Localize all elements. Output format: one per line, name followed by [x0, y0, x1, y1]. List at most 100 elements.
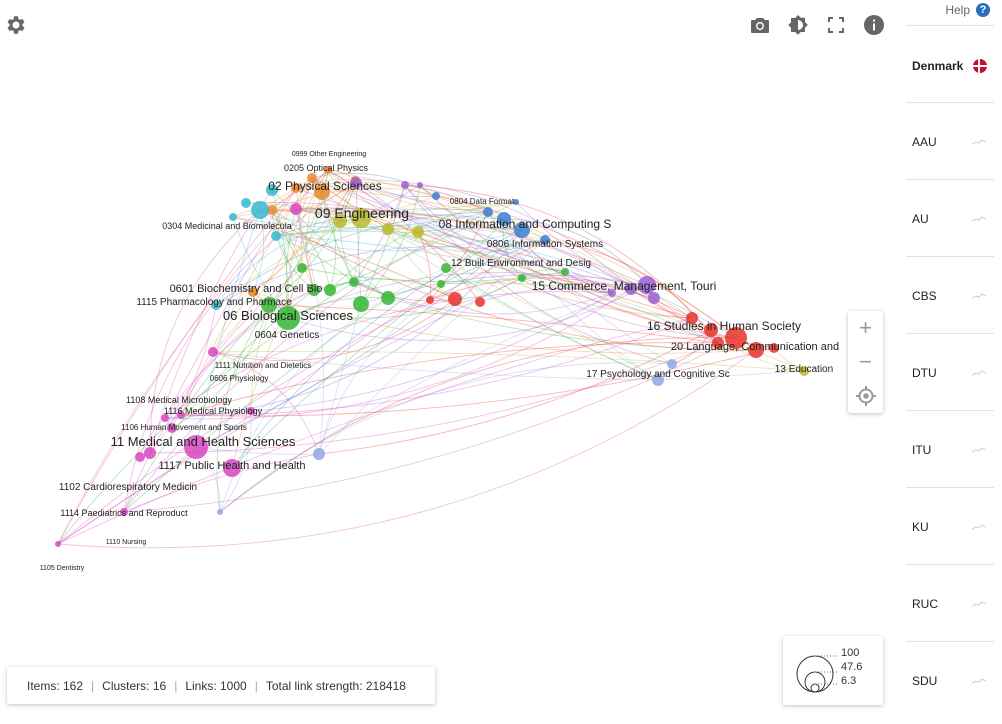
node-label[interactable]: 16 Studies in Human Society	[647, 319, 801, 333]
node-label[interactable]: 09 Engineering	[315, 205, 409, 221]
help-link[interactable]: Help ?	[945, 3, 990, 17]
fullscreen-icon[interactable]	[824, 13, 848, 37]
node-label[interactable]: 11 Medical and Health Sciences	[111, 434, 296, 449]
reset-view-button[interactable]	[848, 379, 883, 413]
node-label[interactable]: 13 Education	[775, 364, 833, 375]
network-map[interactable]: 0999 Other Engineering 0205 Optical Physi…	[0, 0, 900, 724]
clusters-count: Clusters: 16	[102, 678, 167, 693]
sidebar-item-label: ITU	[912, 443, 932, 457]
node-label[interactable]: 06 Biological Sciences	[223, 308, 354, 323]
sidebar-item-country[interactable]: Denmark	[906, 25, 994, 102]
sidebar-item-ku[interactable]: KU	[906, 487, 994, 564]
sparkline-icon	[972, 524, 986, 530]
sidebar-item-label: CBS	[912, 289, 937, 303]
network-node[interactable]	[401, 181, 409, 189]
network-node[interactable]	[417, 182, 423, 188]
node-label[interactable]: 15 Commerce, Management, Touri	[532, 279, 717, 293]
sparkline-icon	[972, 370, 986, 376]
node-label[interactable]: 0601 Biochemistry and Cell Bio	[170, 283, 323, 295]
size-legend-mid: 47.6	[841, 661, 863, 673]
node-label[interactable]: 1108 Medical Microbiology	[126, 395, 232, 405]
network-node[interactable]	[313, 448, 325, 460]
brightness-icon[interactable]	[786, 13, 810, 37]
network-node[interactable]	[561, 268, 569, 276]
network-node[interactable]	[483, 207, 493, 217]
links-count: Links: 1000	[185, 678, 247, 693]
sidebar-item-sdu[interactable]: SDU	[906, 641, 994, 718]
node-label[interactable]: 0304 Medicinal and Biomolecula	[162, 221, 292, 231]
node-label[interactable]: 0999 Other Engineering	[292, 151, 366, 158]
stats-separator: |	[254, 678, 258, 693]
network-node[interactable]	[208, 347, 218, 357]
network-node[interactable]	[217, 509, 223, 515]
size-legend: 100 47.6 6.3	[783, 636, 883, 705]
network-node[interactable]	[135, 452, 145, 462]
gear-icon[interactable]	[4, 13, 28, 37]
network-node[interactable]	[432, 192, 440, 200]
network-node[interactable]	[349, 277, 359, 287]
sidebar-item-au[interactable]: AU	[906, 179, 994, 256]
network-node[interactable]	[475, 297, 485, 307]
network-node[interactable]	[437, 280, 445, 288]
sparkline-icon	[972, 293, 986, 299]
sparkline-icon	[972, 601, 986, 607]
node-label[interactable]: 17 Psychology and Cognitive Sc	[586, 369, 729, 380]
node-label[interactable]: 0205 Optical Physics	[284, 163, 369, 173]
node-label[interactable]: 0606 Physiology	[210, 374, 269, 383]
sidebar-item-aau[interactable]: AAU	[906, 102, 994, 179]
size-legend-min: 6.3	[841, 675, 857, 687]
node-label[interactable]: 1102 Cardiorespiratory Medicin	[59, 482, 197, 493]
network-node[interactable]	[297, 263, 307, 273]
network-canvas[interactable]: 0999 Other Engineering 0205 Optical Physi…	[0, 0, 900, 724]
node-label[interactable]: 1114 Paediatrics and Reproduct	[60, 508, 188, 518]
sparkline-icon	[972, 678, 986, 684]
network-node[interactable]	[426, 296, 434, 304]
network-node[interactable]	[271, 231, 281, 241]
info-icon[interactable]	[862, 13, 886, 37]
node-label[interactable]: 0804 Data Format	[450, 197, 515, 206]
network-node[interactable]	[518, 274, 526, 282]
network-node[interactable]	[448, 292, 462, 306]
sidebar-item-cbs[interactable]: CBS	[906, 256, 994, 333]
question-icon: ?	[976, 3, 990, 17]
node-label[interactable]: 1105 Dentistry	[40, 565, 85, 572]
node-label[interactable]: 02 Physical Sciences	[268, 179, 381, 193]
camera-icon[interactable]	[748, 13, 772, 37]
network-node[interactable]	[241, 198, 251, 208]
zoom-out-label: −	[859, 349, 872, 374]
network-link	[630, 288, 719, 344]
network-node[interactable]	[382, 223, 394, 235]
node-label[interactable]: 20 Language, Communication and	[671, 341, 839, 353]
sidebar-item-label: SDU	[912, 674, 938, 688]
node-label[interactable]: 1110 Nursing	[106, 539, 147, 546]
network-node[interactable]	[412, 226, 424, 238]
network-node[interactable]	[324, 284, 336, 296]
node-label[interactable]: 12 Built Environment and Desig	[451, 258, 591, 269]
node-label[interactable]: 1111 Nutrition and Dietetics	[215, 361, 312, 370]
sidebar-item-label: DTU	[912, 366, 937, 380]
network-node[interactable]	[381, 291, 395, 305]
network-node[interactable]	[251, 201, 269, 219]
network-node[interactable]	[290, 203, 302, 215]
node-label[interactable]: 1116 Medical Physiology	[164, 406, 263, 416]
node-label[interactable]: 1115 Pharmacology and Pharmace	[136, 297, 292, 308]
zoom-out-button[interactable]: −	[848, 345, 883, 379]
items-count: Items: 162	[27, 678, 84, 693]
zoom-in-button[interactable]: +	[848, 311, 883, 345]
network-node[interactable]	[441, 263, 451, 273]
network-node[interactable]	[229, 213, 237, 221]
sidebar-item-ruc[interactable]: RUC	[906, 564, 994, 641]
sidebar-item-itu[interactable]: ITU	[906, 410, 994, 487]
network-node[interactable]	[648, 292, 660, 304]
sidebar-item-dtu[interactable]: DTU	[906, 333, 994, 410]
node-label[interactable]: 0806 Information Systems	[487, 239, 603, 250]
node-label[interactable]: 1117 Public Health and Health	[159, 460, 306, 472]
network-node[interactable]	[667, 359, 677, 369]
node-label[interactable]: 0604 Genetics	[255, 330, 320, 341]
network-node[interactable]	[353, 296, 369, 312]
size-legend-max: 100	[841, 647, 860, 659]
network-node[interactable]	[55, 541, 61, 547]
node-label[interactable]: 08 Information and Computing S	[439, 217, 612, 231]
node-label[interactable]: 1106 Human Movement and Sports	[121, 423, 247, 432]
sidebar: Help ? Denmark AAU AU CBS DTU ITU KU RUC SDU	[906, 0, 1002, 724]
